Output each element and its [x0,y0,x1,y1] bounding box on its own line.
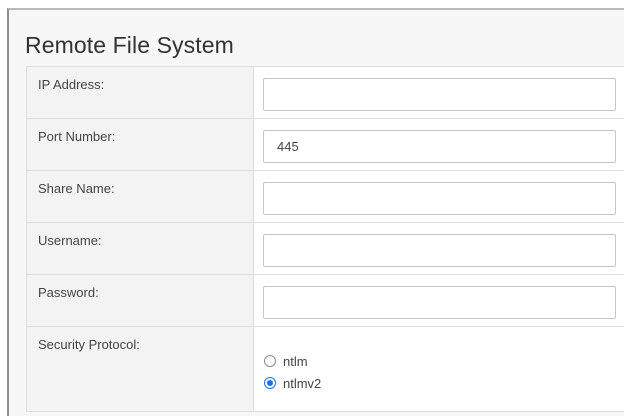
form-row-username: Username: [26,222,624,275]
form-row-share-name: Share Name: [26,170,624,223]
port-number-input[interactable] [263,130,616,163]
settings-form-table: IP Address: Port Number: Share Name: Use… [26,66,624,412]
form-row-port-number: Port Number: [26,118,624,171]
ntlmv2-radio-label: ntlmv2 [283,375,322,391]
ntlm-radio-label: ntlm [283,353,308,369]
radio-option-ntlm[interactable]: ntlm [263,350,624,372]
radio-option-ntlmv2[interactable]: ntlmv2 [263,372,624,394]
security-protocol-label: Security Protocol: [26,326,254,412]
password-label: Password: [26,274,254,327]
ip-address-label: IP Address: [26,66,254,119]
security-protocol-radio-group: ntlm ntlmv2 [263,338,624,394]
form-row-password: Password: [26,274,624,327]
remote-file-system-panel: Remote File System IP Address: Port Numb… [7,8,624,416]
ntlm-radio-button[interactable] [264,355,276,367]
port-number-label: Port Number: [26,118,254,171]
section-title: Remote File System [25,32,234,58]
form-row-ip-address: IP Address: [26,66,624,119]
share-name-input[interactable] [263,182,616,215]
username-label: Username: [26,222,254,275]
ip-address-input[interactable] [263,78,616,111]
share-name-label: Share Name: [26,170,254,223]
password-input[interactable] [263,286,616,319]
ntlmv2-radio-button[interactable] [264,377,276,389]
form-row-security-protocol: Security Protocol: ntlm ntlmv2 [26,326,624,412]
username-input[interactable] [263,234,616,267]
